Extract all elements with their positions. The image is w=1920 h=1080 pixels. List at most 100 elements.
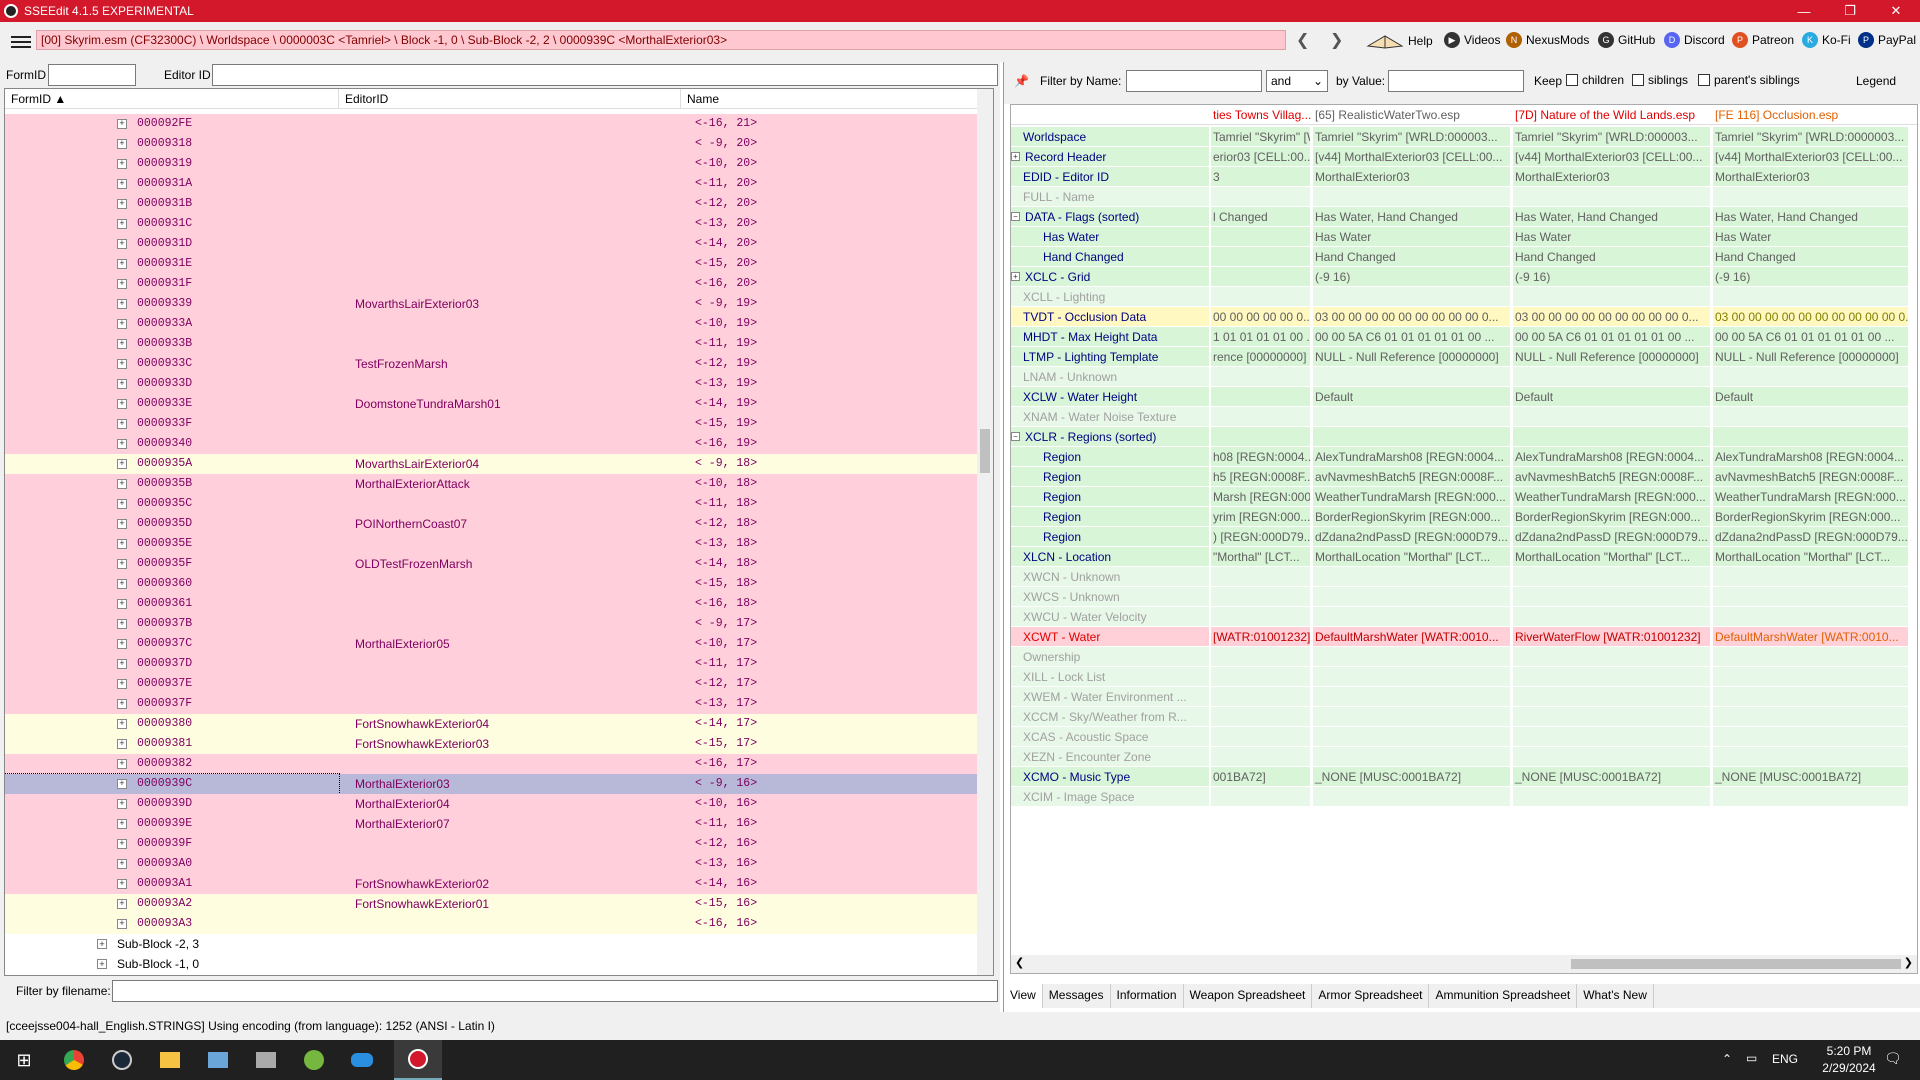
field-value[interactable] bbox=[1211, 267, 1311, 287]
grid-row[interactable]: XCMO - Music Type 001BA72] _NONE [MUSC:000… bbox=[1011, 767, 1917, 787]
expand-icon[interactable]: + bbox=[117, 719, 127, 729]
grid-row[interactable]: XCLL - Lighting bbox=[1011, 287, 1917, 307]
field-value[interactable]: [v44] MorthalExterior03 [CELL:00... bbox=[1513, 147, 1711, 167]
app-icon-3[interactable] bbox=[344, 1046, 380, 1074]
field-value[interactable]: NULL - Null Reference [00000000] bbox=[1313, 347, 1511, 367]
tab-messages[interactable]: Messages bbox=[1043, 984, 1111, 1008]
expand-icon[interactable]: + bbox=[117, 899, 127, 909]
expand-icon[interactable]: + bbox=[117, 539, 127, 549]
expand-icon[interactable]: + bbox=[117, 759, 127, 769]
field-value[interactable] bbox=[1211, 407, 1311, 427]
expand-icon[interactable]: + bbox=[117, 379, 127, 389]
grid-row[interactable]: LTMP - Lighting Template rence [00000000]… bbox=[1011, 347, 1917, 367]
field-value[interactable] bbox=[1713, 587, 1909, 607]
expand-icon[interactable]: + bbox=[117, 859, 127, 869]
field-value[interactable] bbox=[1313, 667, 1511, 687]
network-icon[interactable]: ▭ bbox=[1746, 1051, 1757, 1065]
field-value[interactable] bbox=[1211, 727, 1311, 747]
tree-row[interactable]: +0000937F <-13, 17> bbox=[5, 694, 983, 714]
grid-row[interactable]: XEZN - Encounter Zone bbox=[1011, 747, 1917, 767]
field-value[interactable] bbox=[1513, 567, 1711, 587]
field-value[interactable] bbox=[1313, 427, 1511, 447]
field-value[interactable] bbox=[1713, 567, 1909, 587]
field-value[interactable]: BorderRegionSkyrim [REGN:000... bbox=[1513, 507, 1711, 527]
tree-row[interactable]: +0000939E MorthalExterior07 <-11, 16> bbox=[5, 814, 983, 834]
close-button[interactable]: ✕ bbox=[1874, 0, 1918, 22]
expand-icon[interactable]: + bbox=[117, 819, 127, 829]
tree-row[interactable]: +0000937E <-12, 17> bbox=[5, 674, 983, 694]
tree-row[interactable]: +0000935D POINorthernCoast07 <-12, 18> bbox=[5, 514, 983, 534]
grid-row[interactable]: XWCN - Unknown bbox=[1011, 567, 1917, 587]
plugin-column-header[interactable]: ties Towns Villag... bbox=[1211, 105, 1311, 125]
grid-row[interactable]: LNAM - Unknown bbox=[1011, 367, 1917, 387]
expand-icon[interactable]: + bbox=[117, 259, 127, 269]
field-value[interactable]: NULL - Null Reference [00000000] bbox=[1513, 347, 1711, 367]
field-value[interactable] bbox=[1713, 407, 1909, 427]
field-value[interactable]: [WATR:01001232] bbox=[1211, 627, 1311, 647]
tree-row[interactable]: +00009339 MovarthsLairExterior03 < -9, 19> bbox=[5, 294, 983, 314]
field-value[interactable] bbox=[1211, 707, 1311, 727]
grid-row[interactable]: Region) [REGN:000D79... dZdana2ndPassD [R… bbox=[1011, 527, 1917, 547]
field-value[interactable]: AlexTundraMarsh08 [REGN:0004... bbox=[1313, 447, 1511, 467]
expand-icon[interactable]: + bbox=[117, 279, 127, 289]
kofi-button[interactable]: K Ko-Fi bbox=[1802, 32, 1851, 48]
grid-row[interactable]: + Record Header erior03 [CELL:00... [v44] M… bbox=[1011, 147, 1917, 167]
tray-chevron-icon[interactable]: ⌃ bbox=[1722, 1052, 1732, 1066]
tree-row[interactable]: +0000931F <-16, 20> bbox=[5, 274, 983, 294]
grid-row[interactable]: XCAS - Acoustic Space bbox=[1011, 727, 1917, 747]
field-value[interactable]: (-9 16) bbox=[1313, 267, 1511, 287]
expand-icon[interactable]: − bbox=[1011, 432, 1020, 441]
tab-view[interactable]: View bbox=[1004, 984, 1043, 1008]
expand-icon[interactable]: + bbox=[117, 779, 127, 789]
formid-input[interactable] bbox=[48, 64, 136, 86]
scroll-left-icon[interactable]: ❮ bbox=[1015, 956, 1024, 969]
grid-row[interactable]: Region Marsh [REGN:000... WeatherTundraMar… bbox=[1011, 487, 1917, 507]
tree-row[interactable]: +00009361 <-16, 18> bbox=[5, 594, 983, 614]
grid-row[interactable]: Ownership bbox=[1011, 647, 1917, 667]
discord-button[interactable]: D Discord bbox=[1664, 32, 1725, 48]
tree-row[interactable]: +0000935F OLDTestFrozenMarsh <-14, 18> bbox=[5, 554, 983, 574]
expand-icon[interactable]: + bbox=[117, 879, 127, 889]
field-value[interactable]: l Changed bbox=[1211, 207, 1311, 227]
field-value[interactable] bbox=[1313, 587, 1511, 607]
tree-row[interactable]: +000093A2 FortSnowhawkExterior01 <-15, 16> bbox=[5, 894, 983, 914]
tab-weapon-spreadsheet[interactable]: Weapon Spreadsheet bbox=[1184, 984, 1313, 1008]
expand-icon[interactable]: + bbox=[117, 159, 127, 169]
menu-icon[interactable] bbox=[8, 32, 34, 52]
grid-row[interactable]: − DATA - Flags (sorted) l Changed Has Water… bbox=[1011, 207, 1917, 227]
field-value[interactable] bbox=[1313, 367, 1511, 387]
field-value[interactable]: MorthalExterior03 bbox=[1513, 167, 1711, 187]
grid-row[interactable]: XCWT - Water [WATR:01001232] DefaultMarshW… bbox=[1011, 627, 1917, 647]
field-value[interactable] bbox=[1211, 427, 1311, 447]
field-value[interactable]: _NONE [MUSC:0001BA72] bbox=[1513, 767, 1711, 787]
expand-icon[interactable]: + bbox=[117, 739, 127, 749]
field-value[interactable]: (-9 16) bbox=[1513, 267, 1711, 287]
field-value[interactable] bbox=[1313, 687, 1511, 707]
field-value[interactable]: AlexTundraMarsh08 [REGN:0004... bbox=[1513, 447, 1711, 467]
record-path[interactable]: [00] Skyrim.esm (CF32300C) \ Worldspace … bbox=[36, 30, 1286, 50]
expand-icon[interactable]: + bbox=[117, 419, 127, 429]
field-value[interactable] bbox=[1313, 187, 1511, 207]
expand-icon[interactable]: + bbox=[117, 619, 127, 629]
field-value[interactable]: avNavmeshBatch5 [REGN:0008F... bbox=[1513, 467, 1711, 487]
field-value[interactable]: 03 00 00 00 00 00 00 00 00 00 00 0... bbox=[1713, 307, 1909, 327]
field-value[interactable] bbox=[1211, 687, 1311, 707]
grid-row[interactable]: XWCS - Unknown bbox=[1011, 587, 1917, 607]
editorid-input[interactable] bbox=[212, 64, 998, 86]
field-value[interactable] bbox=[1313, 727, 1511, 747]
expand-icon[interactable]: + bbox=[117, 459, 127, 469]
tree-row[interactable]: +0000939D MorthalExterior04 <-10, 16> bbox=[5, 794, 983, 814]
tree-row[interactable]: +000093A3 <-16, 16> bbox=[5, 914, 983, 934]
grid-row[interactable]: Hand Changed Hand Changed Hand Changed Hand… bbox=[1011, 247, 1917, 267]
grid-row[interactable]: XCIM - Image Space bbox=[1011, 787, 1917, 807]
field-value[interactable]: 03 00 00 00 00 00 00 00 00 00 0... bbox=[1313, 307, 1511, 327]
tree-row[interactable]: +0000937C MorthalExterior05 <-10, 17> bbox=[5, 634, 983, 654]
col-editorid[interactable]: EditorID bbox=[339, 89, 681, 109]
expand-icon[interactable]: + bbox=[117, 839, 127, 849]
expand-icon[interactable]: + bbox=[117, 699, 127, 709]
field-value[interactable]: 3 bbox=[1211, 167, 1311, 187]
field-value[interactable] bbox=[1713, 647, 1909, 667]
field-value[interactable] bbox=[1211, 387, 1311, 407]
and-select[interactable]: and ⌄ bbox=[1266, 70, 1328, 92]
tree-row[interactable]: +0000935A MovarthsLairExterior04 < -9, 18> bbox=[5, 454, 983, 474]
